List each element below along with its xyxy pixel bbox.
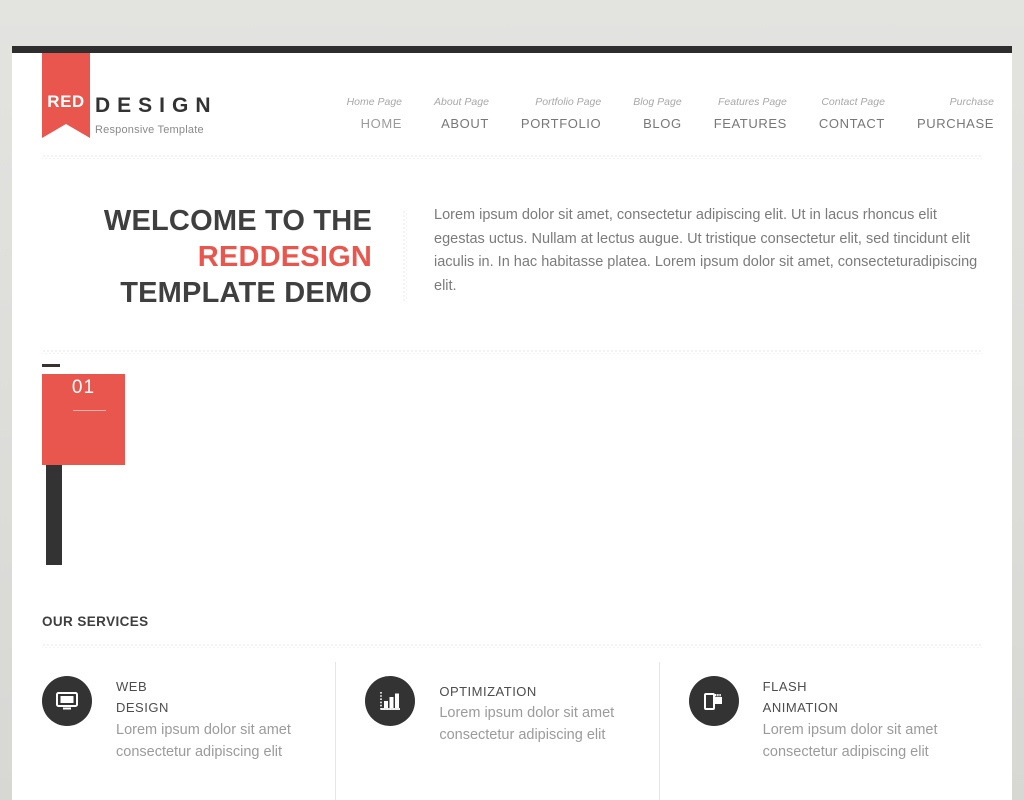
services-section: OUR SERVICES WEB DESIGN Lorem ipsum dolo… [42, 614, 982, 800]
service-description: Lorem ipsum dolor sit amet consectetur a… [762, 721, 938, 760]
brand-name: DESIGN [95, 94, 218, 117]
nav-subtitle: Contact Page [821, 96, 885, 108]
services-title: OUR SERVICES [42, 614, 149, 629]
slider-section: 01 [42, 354, 982, 614]
welcome-heading-line2: REDDESIGN [197, 240, 372, 273]
nav-item-portfolio[interactable]: Portfolio Page PORTFOLIO [521, 96, 601, 131]
slider-dash-marker [42, 364, 60, 367]
monitor-icon [42, 676, 92, 726]
page-container: RED DESIGN Responsive Template Home Page… [12, 53, 1012, 800]
service-title-line1: OPTIMIZATION [439, 684, 537, 699]
welcome-section: WELCOME TO THE REDDESIGN TEMPLATE DEMO L… [12, 159, 1012, 349]
nav-label: BLOG [643, 115, 682, 131]
welcome-paragraph: Lorem ipsum dolor sit amet, consectetur … [434, 207, 978, 294]
brand-block[interactable]: DESIGN Responsive Template [95, 95, 218, 136]
welcome-heading-line3: TEMPLATE DEMO [120, 276, 372, 309]
service-description: Lorem ipsum dolor sit amet consectetur a… [439, 705, 615, 744]
logo-ribbon[interactable]: RED [42, 53, 90, 138]
nav-label: CONTACT [818, 115, 885, 131]
bar-chart-icon [365, 676, 416, 726]
nav-subtitle: About Page [434, 96, 489, 108]
slide-number-underline [73, 410, 106, 411]
main-navigation: Home Page HOME About Page ABOUT Portfoli… [315, 96, 994, 131]
nav-label: HOME [360, 115, 403, 131]
nav-subtitle: Blog Page [633, 96, 682, 108]
welcome-heading-line1: WELCOME TO THE [103, 205, 372, 237]
services-grid: WEB DESIGN Lorem ipsum dolor sit amet co… [42, 661, 982, 800]
nav-item-purchase[interactable]: Purchase PURCHASE [917, 96, 994, 131]
service-card-web-design[interactable]: WEB DESIGN Lorem ipsum dolor sit amet co… [42, 674, 335, 763]
site-header: RED DESIGN Responsive Template Home Page… [12, 53, 1012, 154]
nav-item-blog[interactable]: Blog Page BLOG [633, 96, 681, 131]
nav-subtitle: Portfolio Page [535, 96, 602, 108]
services-divider [42, 643, 982, 648]
nav-item-features[interactable]: Features Page FEATURES [714, 96, 787, 131]
brand-tagline: Responsive Template [95, 124, 204, 136]
service-card-optimization[interactable]: OPTIMIZATION Lorem ipsum dolor sit amet … [335, 661, 658, 800]
nav-item-contact[interactable]: Contact Page CONTACT [819, 96, 885, 131]
service-title-line2: DESIGN [116, 700, 169, 716]
nav-subtitle: Purchase [949, 96, 994, 108]
nav-label: FEATURES [713, 115, 787, 131]
slide-number: 01 [71, 377, 96, 398]
nav-label: PURCHASE [916, 115, 994, 131]
logo-badge-text: RED [47, 92, 85, 111]
service-title-line2: ANIMATION [762, 700, 839, 716]
service-title-line1: FLASH [762, 679, 808, 694]
nav-label: PORTFOLIO [520, 115, 602, 131]
slider-progress-bar[interactable] [46, 465, 62, 565]
welcome-heading: WELCOME TO THE REDDESIGN TEMPLATE DEMO [42, 204, 402, 312]
film-roll-icon [688, 676, 739, 726]
nav-subtitle: Features Page [717, 96, 787, 108]
top-accent-bar [12, 46, 1012, 53]
nav-subtitle: Home Page [346, 96, 403, 108]
nav-label: ABOUT [441, 115, 489, 131]
service-description: Lorem ipsum dolor sit amet consectetur a… [116, 721, 291, 760]
nav-item-about[interactable]: About Page ABOUT [434, 96, 489, 131]
nav-item-home[interactable]: Home Page HOME [347, 96, 402, 131]
service-title-line1: WEB [116, 679, 148, 694]
service-card-flash-animation[interactable]: FLASH ANIMATION Lorem ipsum dolor sit am… [658, 661, 982, 800]
